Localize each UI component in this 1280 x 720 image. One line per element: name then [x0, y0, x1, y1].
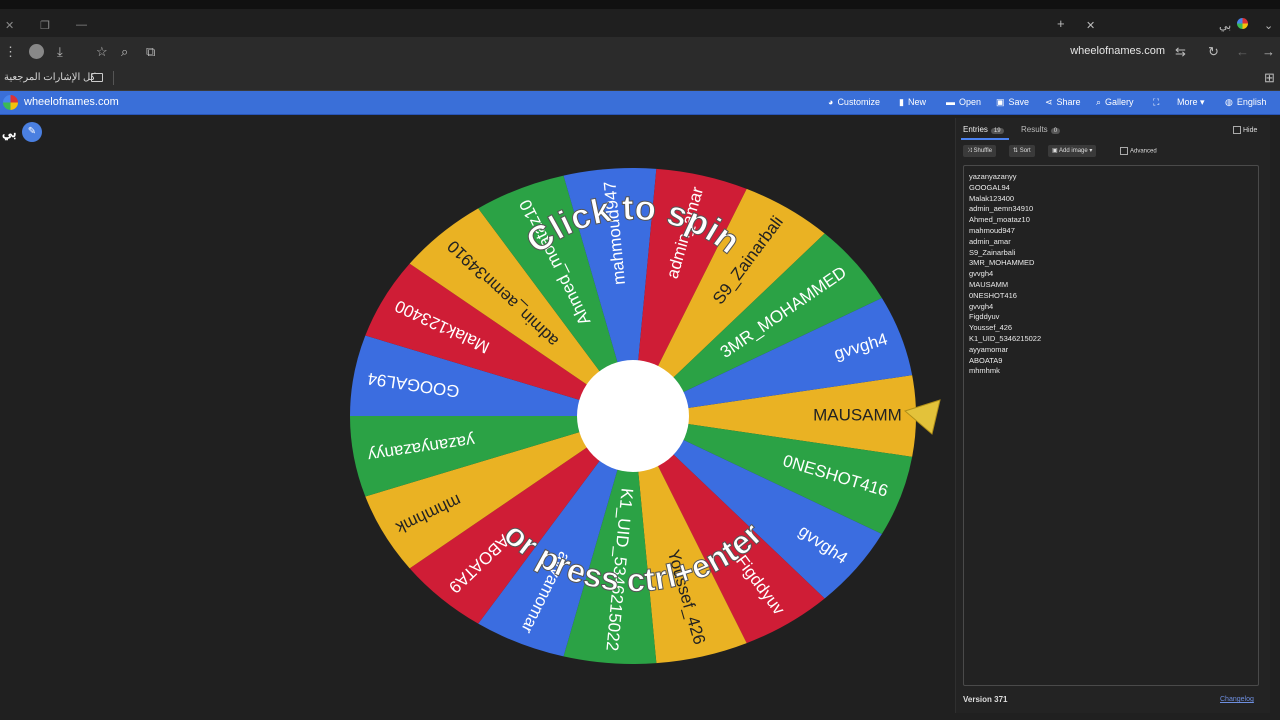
hide-checkbox[interactable]: Hide	[1233, 126, 1257, 134]
entry-line: admin_amar	[969, 236, 1011, 246]
wheel-center[interactable]	[577, 360, 689, 472]
entries-count-badge: 19	[990, 128, 1004, 134]
entry-line: admin_aemn34910	[969, 204, 1034, 214]
entry-line: ABOATA9	[969, 355, 1003, 365]
advanced-checkbox[interactable]: Advanced	[1120, 147, 1157, 155]
entries-panel: Entries 19 Results 0 Hide ⤨ Shuffle ⇅ Sort…	[955, 118, 1270, 713]
entries-textarea[interactable]: yazanyazanyy GOOGAL94 Malak123400 admin_aem…	[963, 165, 1259, 686]
sort-icon: ⇅	[1013, 148, 1019, 154]
entry-line: mhmhmk	[969, 366, 1000, 376]
shuffle-icon: ⤨	[967, 148, 972, 154]
entry-line: gvvgh4	[969, 269, 994, 279]
wheel-segment-label: MAUSAMM	[813, 405, 902, 424]
sort-button[interactable]: ⇅ Sort	[1009, 145, 1035, 157]
entry-line: 3MR_MOHAMMED	[969, 258, 1035, 268]
results-count-badge: 0	[1050, 128, 1061, 134]
changelog-link[interactable]: Changelog	[1220, 696, 1254, 703]
entry-line: Ahmed_moataz10	[969, 215, 1030, 225]
entry-line: K1_UID_5346215022	[969, 333, 1042, 343]
entry-line: 0NESHOT416	[969, 290, 1017, 300]
entry-line: mahmoud947	[969, 225, 1015, 235]
tab-entries[interactable]: Entries 19	[963, 125, 1004, 134]
entry-line: yazanyazanyy	[969, 172, 1017, 181]
entry-line: MAUSAMM	[969, 279, 1009, 289]
entry-line: S9_Zainarbali	[969, 247, 1016, 257]
add-image-button[interactable]: ▣ Add image ▾	[1048, 145, 1097, 157]
version-label: Version 371	[963, 695, 1008, 704]
chevron-down-icon: ▾	[1089, 148, 1093, 154]
entry-line: gvvgh4	[969, 301, 994, 311]
entry-line: Figddyuv	[969, 312, 1000, 322]
shuffle-button[interactable]: ⤨ Shuffle	[963, 145, 997, 157]
entry-line: ayyamomar	[969, 344, 1009, 354]
active-tab-indicator	[961, 138, 1009, 140]
entry-line: Malak123400	[969, 193, 1015, 203]
image-icon: ▣	[1052, 148, 1058, 154]
entry-line: Youssef_426	[969, 323, 1013, 333]
entry-line: GOOGAL94	[969, 182, 1010, 192]
tab-results[interactable]: Results 0	[1021, 125, 1061, 134]
